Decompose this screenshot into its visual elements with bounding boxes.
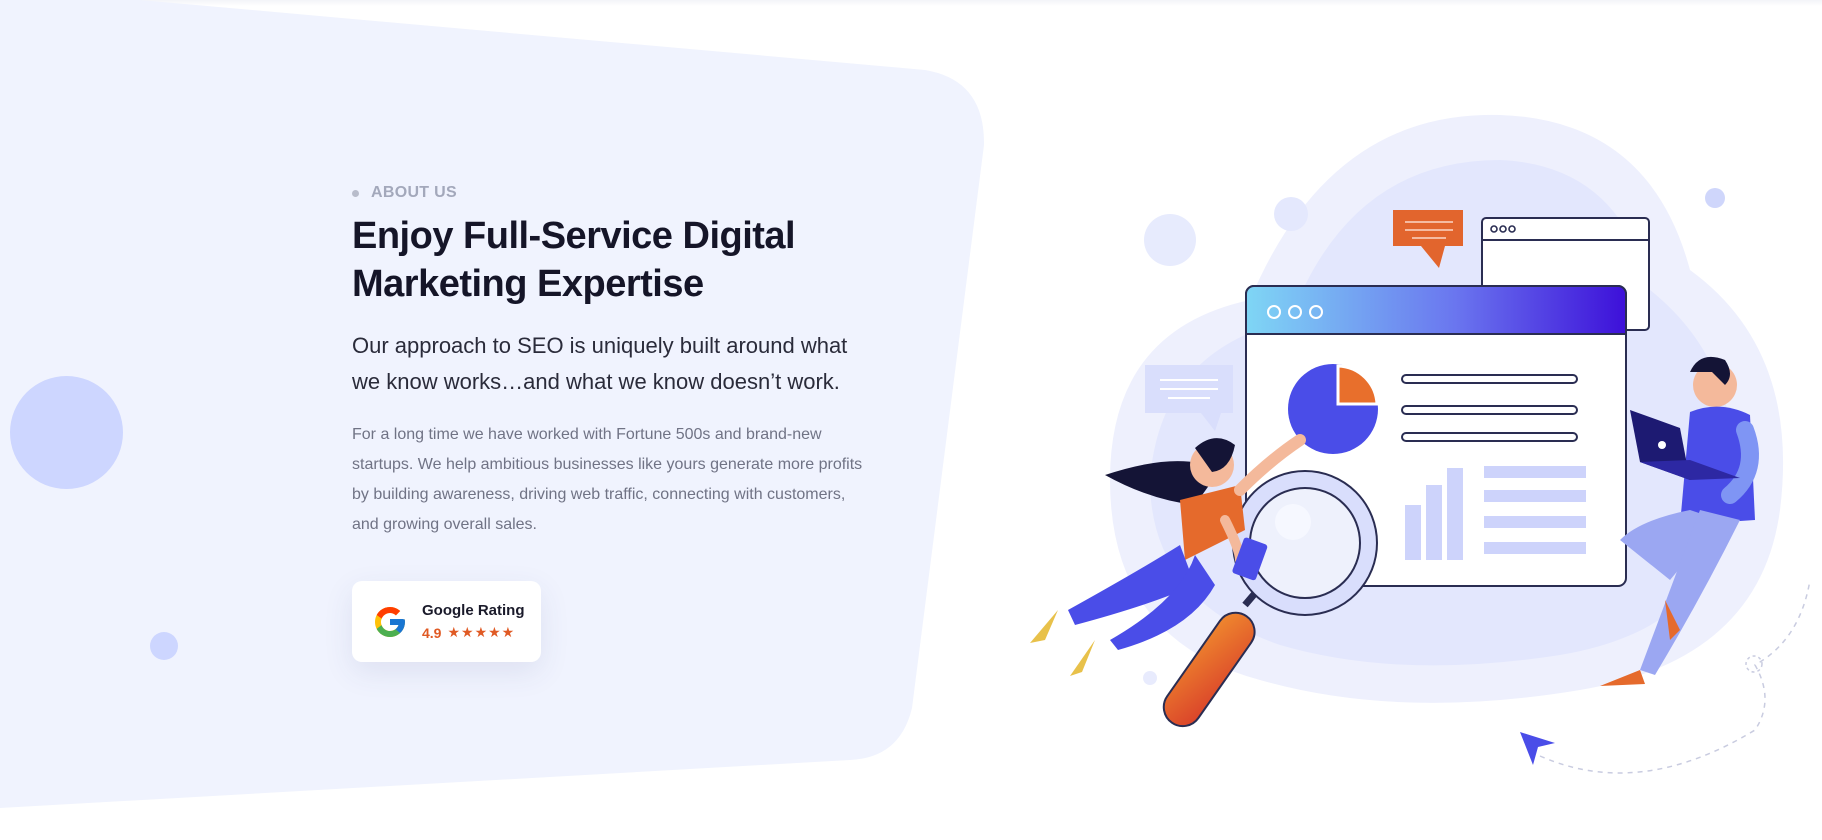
bubble-circle xyxy=(1705,188,1725,208)
rating-info: Google Rating 4.9 ★★★★★ xyxy=(422,602,525,641)
bubble-circle xyxy=(1143,671,1157,685)
google-icon xyxy=(375,606,405,637)
rating-score: 4.9 xyxy=(422,624,442,641)
seo-illustration xyxy=(1030,114,1811,774)
bubble-circle xyxy=(1144,214,1196,266)
lead-paragraph: Our approach to SEO is uniquely built ar… xyxy=(352,333,848,394)
bullet-dot xyxy=(352,189,359,197)
decorative-circle-large xyxy=(10,376,123,489)
bubble-circle xyxy=(1274,197,1308,231)
rating-row: 4.9 ★★★★★ xyxy=(422,624,525,641)
about-us-label: ABOUT US xyxy=(371,184,457,201)
section-eyebrow: ABOUT US xyxy=(352,184,457,202)
section-heading: Enjoy Full-Service Digital Marketing Exp… xyxy=(352,215,796,305)
rating-title: Google Rating xyxy=(422,602,525,619)
body-paragraph: For a long time we have worked with Fort… xyxy=(352,426,863,533)
google-rating-card[interactable]: Google Rating 4.9 ★★★★★ xyxy=(352,581,541,662)
star-icon: ★★★★★ xyxy=(447,624,516,640)
decorative-circle-small xyxy=(150,632,178,660)
